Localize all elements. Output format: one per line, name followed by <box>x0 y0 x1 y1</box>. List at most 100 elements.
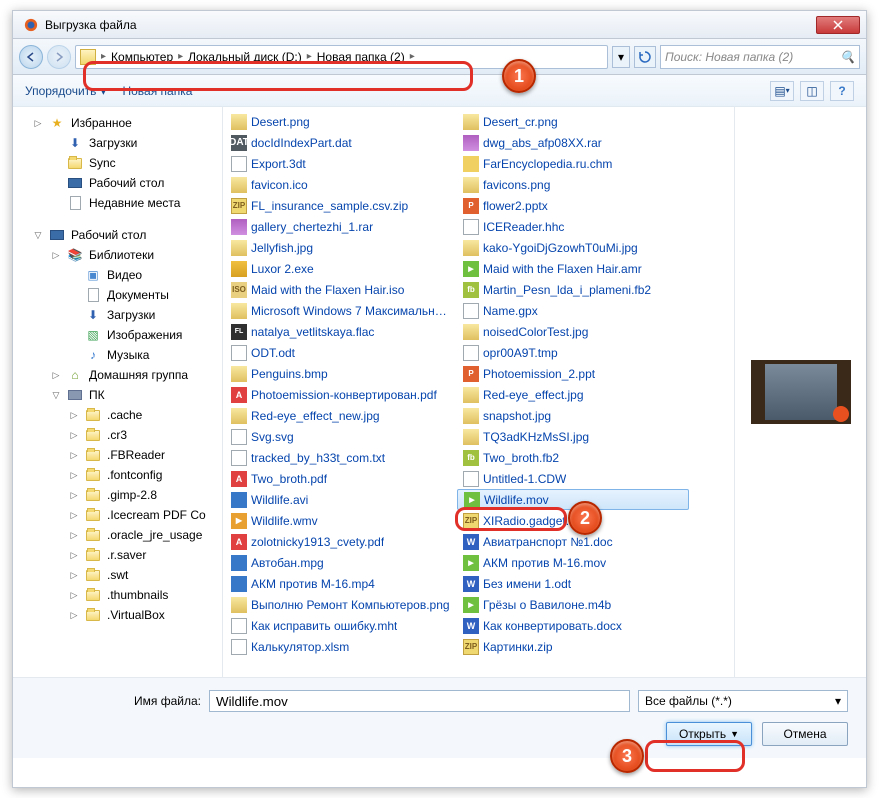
file-item[interactable]: ▶Грёзы о Вавилоне.m4b <box>457 594 689 615</box>
file-item[interactable]: ▶АКМ против М-16.mov <box>457 552 689 573</box>
file-item[interactable]: dwg_abs_afp08XX.rar <box>457 132 689 153</box>
tree-toggle[interactable]: ▷ <box>69 490 79 500</box>
file-item[interactable]: Выполню Ремонт Компьютеров.png <box>225 594 457 615</box>
file-item[interactable]: Name.gpx <box>457 300 689 321</box>
file-item[interactable]: fbMartin_Pesn_lda_i_plameni.fb2 <box>457 279 689 300</box>
tree-item[interactable]: ▷.FBReader <box>13 445 222 465</box>
file-item[interactable]: ODT.odt <box>225 342 457 363</box>
tree-item[interactable]: ▷.VirtualBox <box>13 605 222 625</box>
file-item[interactable]: Untitled-1.CDW <box>457 468 689 489</box>
file-item[interactable]: ISOMaid with the Flaxen Hair.iso <box>225 279 457 300</box>
breadcrumb-segment[interactable]: Компьютер <box>111 50 173 64</box>
tree-toggle[interactable]: ▷ <box>69 510 79 520</box>
file-item[interactable]: ZIPКартинки.zip <box>457 636 689 657</box>
file-item[interactable]: DATdocIdIndexPart.dat <box>225 132 457 153</box>
search-input[interactable]: Поиск: Новая папка (2) 🔍 <box>660 45 860 69</box>
tree-item[interactable]: ▷★Избранное <box>13 113 222 133</box>
file-item[interactable]: АКМ против М-16.mp4 <box>225 573 457 594</box>
file-item[interactable]: Wildlife.avi <box>225 489 457 510</box>
file-item[interactable]: Jellyfish.jpg <box>225 237 457 258</box>
tree-toggle[interactable]: ▷ <box>69 570 79 580</box>
file-item[interactable]: ▶Maid with the Flaxen Hair.amr <box>457 258 689 279</box>
file-item[interactable]: Azolotnicky1913_cvety.pdf <box>225 531 457 552</box>
tree-toggle[interactable]: ▷ <box>51 370 61 380</box>
file-item[interactable]: ▶Wildlife.wmv <box>225 510 457 531</box>
breadcrumb-segment[interactable]: Новая папка (2) <box>317 50 405 64</box>
file-item[interactable]: noisedColorTest.jpg <box>457 321 689 342</box>
tree-item[interactable]: ▷.gimp-2.8 <box>13 485 222 505</box>
tree-item[interactable]: ♪Музыка <box>13 345 222 365</box>
tree-toggle[interactable]: ▷ <box>69 450 79 460</box>
tree-item[interactable]: ▷.thumbnails <box>13 585 222 605</box>
tree-item[interactable]: Sync <box>13 153 222 173</box>
file-item[interactable]: fbTwo_broth.fb2 <box>457 447 689 468</box>
help-button[interactable]: ? <box>830 81 854 101</box>
tree-item[interactable]: ⬇Загрузки <box>13 133 222 153</box>
tree-item[interactable]: ▽Рабочий стол <box>13 225 222 245</box>
file-item[interactable]: WКак конвертировать.docx <box>457 615 689 636</box>
file-item[interactable]: Red-eye_effect.jpg <box>457 384 689 405</box>
tree-toggle[interactable]: ▽ <box>51 390 61 400</box>
tree-toggle[interactable]: ▷ <box>69 470 79 480</box>
file-item[interactable]: FLnatalya_vetlitskaya.flac <box>225 321 457 342</box>
tree-item[interactable]: ▷.swt <box>13 565 222 585</box>
file-item[interactable]: PPhotoemission_2.ppt <box>457 363 689 384</box>
tree-toggle[interactable]: ▷ <box>69 550 79 560</box>
tree-item[interactable]: ▷.Icecream PDF Co <box>13 505 222 525</box>
tree-toggle[interactable]: ▷ <box>69 430 79 440</box>
file-item[interactable]: Pflower2.pptx <box>457 195 689 216</box>
new-folder-button[interactable]: Новая папка <box>122 84 192 98</box>
file-item[interactable]: snapshot.jpg <box>457 405 689 426</box>
file-item[interactable]: ZIPFL_insurance_sample.csv.zip <box>225 195 457 216</box>
tree-item[interactable]: ▣Видео <box>13 265 222 285</box>
tree-item[interactable]: ▷.oracle_jre_usage <box>13 525 222 545</box>
file-item[interactable]: Desert_cr.png <box>457 111 689 132</box>
tree-item[interactable]: ▷.fontconfig <box>13 465 222 485</box>
tree-toggle[interactable]: ▷ <box>51 250 61 260</box>
file-item[interactable]: Svg.svg <box>225 426 457 447</box>
file-item[interactable]: FarEncyclopedia.ru.chm <box>457 153 689 174</box>
preview-pane-button[interactable]: ◫ <box>800 81 824 101</box>
tree-toggle[interactable]: ▽ <box>33 230 43 240</box>
organize-menu[interactable]: Упорядочить ▾ <box>25 84 106 98</box>
file-item[interactable]: Penguins.bmp <box>225 363 457 384</box>
nav-tree[interactable]: ▷★Избранное⬇ЗагрузкиSyncРабочий столНеда… <box>13 107 223 677</box>
tree-item[interactable]: Недавние места <box>13 193 222 213</box>
tree-item[interactable]: ▷.cache <box>13 405 222 425</box>
file-item[interactable]: Автобан.mpg <box>225 552 457 573</box>
tree-item[interactable]: ▷⌂Домашняя группа <box>13 365 222 385</box>
tree-item[interactable]: ▷.cr3 <box>13 425 222 445</box>
file-item[interactable]: kako-YgoiDjGzowhT0uMi.jpg <box>457 237 689 258</box>
filename-input[interactable] <box>209 690 630 712</box>
tree-item[interactable]: ⬇Загрузки <box>13 305 222 325</box>
file-item[interactable]: favicons.png <box>457 174 689 195</box>
file-item[interactable]: favicon.ico <box>225 174 457 195</box>
file-item[interactable]: Export.3dt <box>225 153 457 174</box>
nav-forward-button[interactable] <box>47 45 71 69</box>
file-item[interactable]: APhotoemission-конвертирован.pdf <box>225 384 457 405</box>
tree-item[interactable]: ▧Изображения <box>13 325 222 345</box>
file-item[interactable]: WБез имени 1.odt <box>457 573 689 594</box>
close-button[interactable] <box>816 16 860 34</box>
file-item[interactable]: Калькулятор.xlsm <box>225 636 457 657</box>
nav-back-button[interactable] <box>19 45 43 69</box>
tree-item[interactable]: Рабочий стол <box>13 173 222 193</box>
file-item[interactable]: Microsoft Windows 7 Максимальна... <box>225 300 457 321</box>
file-item[interactable]: gallery_chertezhi_1.rar <box>225 216 457 237</box>
breadcrumb-dropdown[interactable]: ▾ <box>612 46 630 68</box>
file-item[interactable]: TQ3adKHzMsSI.jpg <box>457 426 689 447</box>
file-item[interactable]: Desert.png <box>225 111 457 132</box>
file-item[interactable]: WАвиатранспорт №1.doc <box>457 531 689 552</box>
view-mode-button[interactable]: ▤▾ <box>770 81 794 101</box>
tree-toggle[interactable]: ▷ <box>69 410 79 420</box>
tree-toggle[interactable]: ▷ <box>69 590 79 600</box>
file-item[interactable]: ATwo_broth.pdf <box>225 468 457 489</box>
tree-item[interactable]: ▷.r.saver <box>13 545 222 565</box>
tree-toggle[interactable]: ▷ <box>69 530 79 540</box>
breadcrumb-segment[interactable]: Локальный диск (D:) <box>188 50 302 64</box>
tree-item[interactable]: ▽ПК <box>13 385 222 405</box>
open-button[interactable]: Открыть▼ <box>666 722 752 746</box>
file-list[interactable]: Desert.pngDATdocIdIndexPart.datExport.3d… <box>223 107 734 677</box>
file-item[interactable]: tracked_by_h33t_com.txt <box>225 447 457 468</box>
cancel-button[interactable]: Отмена <box>762 722 848 746</box>
